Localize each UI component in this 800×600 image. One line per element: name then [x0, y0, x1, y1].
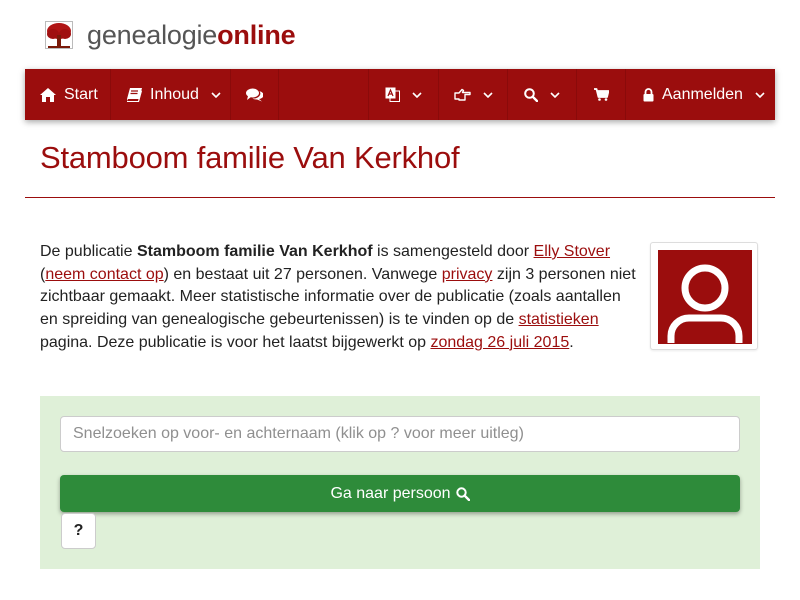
chevron-down-icon [755, 91, 765, 98]
chevron-down-icon [211, 91, 221, 98]
publication-name: Stamboom familie Van Kerkhof [136, 243, 373, 260]
nav-search[interactable] [508, 69, 577, 120]
help-button[interactable]: ? [61, 513, 96, 549]
search-input[interactable] [60, 416, 740, 452]
home-icon [40, 87, 56, 102]
nav-login[interactable]: Aanmelden [626, 69, 775, 120]
author-link[interactable]: Elly Stover [534, 243, 610, 260]
go-to-person-label: Ga naar persoon [330, 484, 451, 502]
nav-cart[interactable] [577, 69, 626, 120]
nav-inhoud-label: Inhoud [150, 85, 199, 103]
cart-icon [593, 88, 609, 101]
nav-start[interactable]: Start [25, 69, 111, 120]
chevron-down-icon [412, 91, 422, 98]
tree-logo-icon [45, 21, 73, 49]
nav-login-label: Aanmelden [662, 85, 743, 103]
comments-icon [246, 88, 263, 101]
main-navbar: Start Inhoud Aanmelden [25, 69, 775, 120]
hand-point-right-icon [453, 88, 471, 101]
contact-link[interactable]: neem contact op [45, 266, 163, 283]
author-avatar-frame[interactable] [650, 242, 758, 350]
nav-inhoud[interactable]: Inhoud [111, 69, 231, 120]
title-divider [25, 197, 775, 198]
search-icon [524, 87, 538, 102]
chevron-down-icon [550, 91, 560, 98]
page-title: Stamboom familie Van Kerkhof [40, 140, 460, 175]
nav-language[interactable] [369, 69, 439, 120]
translate-icon [385, 87, 400, 102]
lock-icon [643, 87, 654, 101]
user-icon [667, 264, 743, 343]
chevron-down-icon [482, 91, 493, 98]
nav-hand-menu[interactable] [439, 69, 508, 120]
nav-forum[interactable] [231, 69, 279, 120]
statistics-link[interactable]: statistieken [519, 311, 599, 328]
book-icon [127, 87, 142, 102]
site-name: genealogieonline [87, 19, 296, 50]
privacy-link[interactable]: privacy [442, 266, 493, 283]
avatar [658, 250, 752, 344]
nav-spacer [279, 69, 369, 120]
update-date-link[interactable]: zondag 26 juli 2015 [430, 334, 569, 351]
site-logo[interactable]: genealogieonline [45, 18, 296, 52]
search-icon [455, 486, 470, 501]
nav-start-label: Start [64, 85, 98, 103]
publication-intro: De publicatie Stamboom familie Van Kerkh… [40, 243, 636, 351]
quick-search-panel: Ga naar persoon ? [40, 396, 760, 569]
go-to-person-button[interactable]: Ga naar persoon [60, 475, 740, 512]
